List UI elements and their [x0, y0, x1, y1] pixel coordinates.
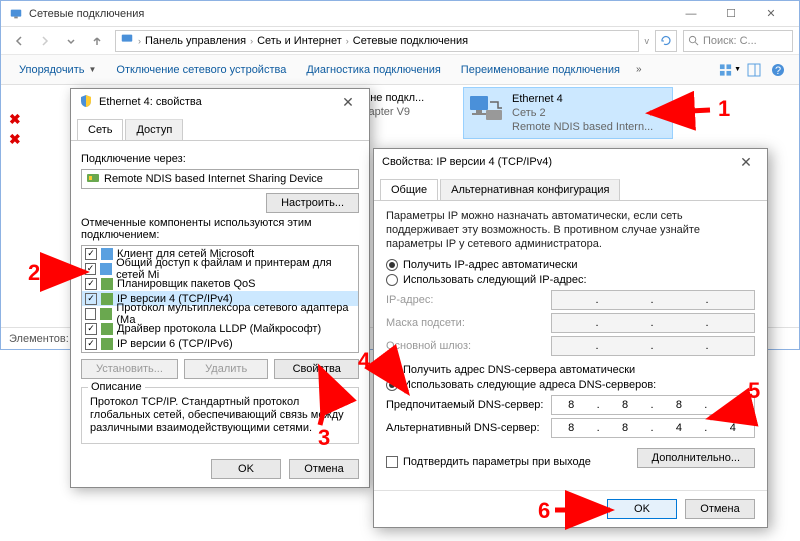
annotation-1: 1 [718, 96, 730, 122]
component-icon [101, 338, 113, 350]
adapter-icon [86, 172, 100, 187]
window-title: Сетевые подключения [29, 8, 671, 20]
search-input[interactable]: Поиск: С... [683, 30, 793, 52]
connection-item-ethernet4[interactable]: Ethernet 4 Сеть 2 Remote NDIS based Inte… [463, 87, 673, 139]
forward-button[interactable] [33, 30, 57, 52]
adapter-field: Remote NDIS based Internet Sharing Devic… [81, 169, 359, 189]
tab-network[interactable]: Сеть [77, 119, 123, 140]
component-icon [100, 263, 112, 275]
refresh-button[interactable] [655, 30, 677, 52]
connection-adapter: Remote NDIS based Intern... [512, 120, 653, 134]
subnet-mask-input: ... [551, 313, 755, 333]
component-icon [101, 278, 113, 290]
close-button[interactable]: ✕ [751, 4, 791, 24]
install-button[interactable]: Установить... [81, 359, 178, 379]
components-list[interactable]: ✓Клиент для сетей Microsoft ✓Общий досту… [81, 245, 359, 353]
dialog-titlebar: Свойства: IP версии 4 (TCP/IPv4) ✕ [374, 149, 767, 175]
nav-bar: › Панель управления › Сеть и Интернет › … [1, 27, 799, 55]
back-button[interactable] [7, 30, 31, 52]
toolbar: Упорядочить▼ Отключение сетевого устройс… [1, 55, 799, 85]
breadcrumb[interactable]: › Панель управления › Сеть и Интернет › … [115, 30, 639, 52]
overflow-button[interactable]: » [632, 64, 646, 75]
advanced-button[interactable]: Дополнительно... [637, 448, 755, 468]
dns-alternate-input[interactable]: 8.8.4.4 [551, 418, 755, 438]
component-icon [101, 293, 113, 305]
properties-button[interactable]: Свойства [274, 359, 359, 379]
components-label: Отмеченные компоненты используются этим … [81, 217, 359, 241]
connection-name: Ethernet 4 [512, 92, 653, 106]
tab-access[interactable]: Доступ [125, 119, 183, 140]
dns-preferred-input[interactable]: 8.8.8.8 [551, 395, 755, 415]
shield-icon [79, 94, 93, 111]
ok-button[interactable]: OK [211, 459, 281, 479]
network-conn-icon [9, 7, 23, 21]
ok-button[interactable]: OK [607, 499, 677, 519]
description-text: Протокол TCP/IP. Стандартный протокол гл… [90, 396, 350, 435]
disable-device-button[interactable]: Отключение сетевого устройства [108, 60, 294, 80]
diagnose-button[interactable]: Диагностика подключения [298, 60, 448, 80]
breadcrumb-item[interactable]: Панель управления [145, 35, 246, 47]
close-button[interactable]: ✕ [733, 152, 759, 172]
annotation-5: 5 [748, 378, 760, 404]
ethernet-icon [468, 92, 504, 122]
search-icon [688, 35, 699, 46]
dialog-title: Свойства: IP версии 4 (TCP/IPv4) [382, 156, 733, 168]
dialog-title: Ethernet 4: свойства [99, 96, 335, 108]
titlebar: Сетевые подключения — ☐ ✕ [1, 1, 799, 27]
remove-button[interactable]: Удалить [184, 359, 269, 379]
view-button[interactable]: ▼ [719, 59, 741, 81]
close-button[interactable]: ✕ [335, 92, 361, 112]
search-placeholder: Поиск: С... [703, 35, 757, 47]
info-text: Параметры IP можно назначать автоматичес… [386, 209, 755, 251]
minimize-button[interactable]: — [671, 4, 711, 24]
cancel-button[interactable]: Отмена [685, 499, 755, 519]
connection-network: Сеть 2 [512, 106, 653, 120]
network-icon [120, 32, 134, 49]
details-pane-button[interactable] [743, 59, 765, 81]
svg-text:?: ? [775, 65, 781, 77]
connect-via-label: Подключение через: [81, 153, 359, 165]
up-button[interactable] [85, 30, 109, 52]
recent-button[interactable] [59, 30, 83, 52]
annotation-2: 2 [28, 260, 40, 286]
tab-alt-config[interactable]: Альтернативная конфигурация [440, 179, 620, 200]
breadcrumb-item[interactable]: Сеть и Интернет [257, 35, 342, 47]
breadcrumb-item[interactable]: Сетевые подключения [353, 35, 468, 47]
annotation-4: 4 [358, 348, 370, 374]
component-icon [101, 248, 113, 260]
component-icon [101, 323, 113, 335]
tab-general[interactable]: Общие [380, 179, 438, 200]
ipv4-dialog: Свойства: IP версии 4 (TCP/IPv4) ✕ Общие… [373, 148, 768, 528]
component-icon [100, 308, 112, 320]
radio-ip-manual[interactable]: Использовать следующий IP-адрес: [386, 274, 755, 286]
validate-checkbox[interactable]: Подтвердить параметры при выходе [386, 456, 591, 468]
cancel-button[interactable]: Отмена [289, 459, 359, 479]
annotation-6: 6 [538, 498, 550, 524]
disabled-x-icon: ✖ [9, 111, 21, 128]
configure-button[interactable]: Настроить... [266, 193, 359, 213]
annotation-3: 3 [318, 425, 330, 451]
rename-button[interactable]: Переименование подключения [453, 60, 628, 80]
maximize-button[interactable]: ☐ [711, 4, 751, 24]
disabled-x-icon: ✖ [9, 131, 21, 148]
organize-menu[interactable]: Упорядочить▼ [11, 60, 104, 80]
gateway-input: ... [551, 336, 755, 356]
dialog-titlebar: Ethernet 4: свойства ✕ [71, 89, 369, 115]
radio-ip-auto[interactable]: Получить IP-адрес автоматически [386, 259, 755, 271]
radio-dns-manual[interactable]: Использовать следующие адреса DNS-сервер… [386, 379, 755, 391]
radio-dns-auto[interactable]: Получить адрес DNS-сервера автоматически [386, 364, 755, 376]
help-button[interactable]: ? [767, 59, 789, 81]
ip-address-input: ... [551, 290, 755, 310]
